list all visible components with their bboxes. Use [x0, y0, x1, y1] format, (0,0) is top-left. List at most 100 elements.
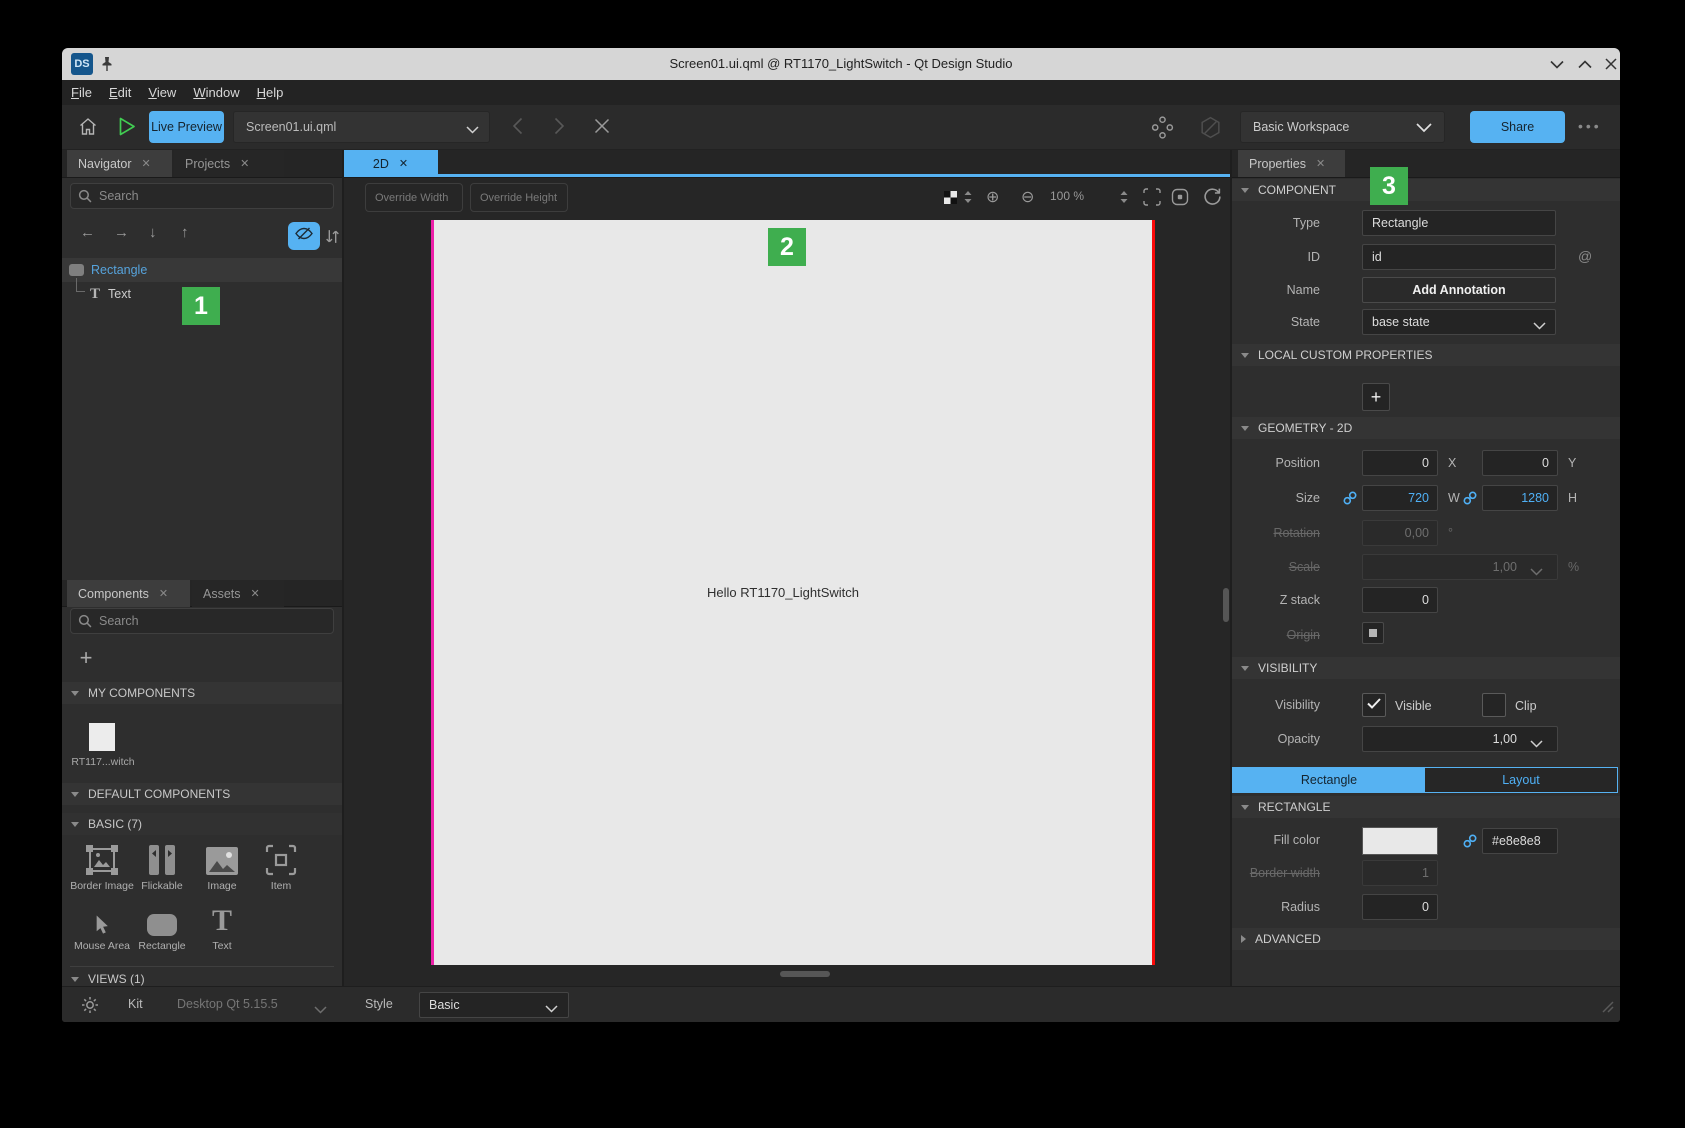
tab-navigator[interactable]: Navigator✕ [67, 150, 172, 177]
clip-checkbox[interactable] [1482, 693, 1506, 717]
forward-icon[interactable] [554, 117, 565, 140]
section-default-components[interactable]: DEFAULT COMPONENTS [62, 783, 342, 805]
type-field[interactable]: Rectangle [1362, 210, 1556, 236]
share-button[interactable]: Share [1470, 111, 1565, 143]
component-mouse-area[interactable]: Mouse Area [70, 902, 134, 952]
position-y-field[interactable]: 0 [1482, 450, 1558, 476]
zstack-field[interactable]: 0 [1362, 587, 1438, 613]
minimize-icon[interactable] [1548, 56, 1566, 72]
menu-window[interactable]: Window [193, 85, 239, 100]
menu-view[interactable]: View [148, 85, 176, 100]
position-x-field[interactable]: 0 [1362, 450, 1438, 476]
workspaces-icon[interactable] [1150, 115, 1175, 145]
sort-order-icon[interactable] [325, 228, 340, 250]
zoom-out-icon[interactable]: ⊖ [1021, 187, 1034, 207]
kit-value[interactable]: Desktop Qt 5.15.5 [177, 997, 278, 1011]
zoom-selection-icon[interactable] [1171, 188, 1189, 211]
close-tab-icon[interactable]: ✕ [1316, 157, 1325, 170]
add-module-button[interactable]: + [74, 646, 98, 672]
fill-color-hex-field[interactable]: #e8e8e8 [1482, 828, 1558, 854]
component-border-image[interactable]: Border Image [70, 842, 134, 892]
menu-edit[interactable]: Edit [109, 85, 131, 100]
height-field[interactable]: 1280 [1482, 485, 1558, 511]
radius-field[interactable]: 0 [1362, 894, 1438, 920]
move-down-icon[interactable]: ↓ [149, 224, 157, 241]
open-document-dropdown[interactable]: Screen01.ui.qml [233, 111, 490, 143]
style-dropdown[interactable]: Basic [419, 992, 569, 1018]
move-up-icon[interactable]: ↑ [181, 224, 189, 241]
reset-view-icon[interactable] [1203, 187, 1222, 211]
override-height-input[interactable] [470, 183, 568, 212]
component-image[interactable]: Image [190, 842, 254, 892]
opacity-field[interactable]: 1,00 [1362, 726, 1558, 752]
annotations-icon[interactable] [1198, 115, 1223, 145]
workspace-dropdown[interactable]: Basic Workspace [1240, 111, 1445, 143]
section-advanced[interactable]: ADVANCED [1232, 928, 1620, 950]
close-tab-icon[interactable]: ✕ [251, 587, 260, 600]
close-tab-icon[interactable]: ✕ [142, 157, 151, 170]
tab-2d[interactable]: 2D✕ [343, 150, 438, 177]
spinner-icon[interactable] [963, 190, 973, 209]
menu-file[interactable]: File [71, 85, 92, 100]
home-icon[interactable] [78, 116, 98, 142]
id-field[interactable]: id [1362, 244, 1556, 270]
link-icon[interactable] [1343, 491, 1357, 510]
override-width-input[interactable] [365, 183, 463, 212]
back-icon[interactable] [512, 117, 523, 140]
close-tab-icon[interactable]: ✕ [240, 157, 249, 170]
link-icon[interactable] [1463, 491, 1477, 510]
horizontal-scrollbar-thumb[interactable] [780, 971, 830, 977]
show-hidden-toggle[interactable] [288, 222, 320, 250]
spinner-icon[interactable] [1119, 190, 1129, 209]
pixel-ratio-icon[interactable] [944, 191, 957, 209]
section-local-custom-properties[interactable]: LOCAL CUSTOM PROPERTIES [1232, 344, 1620, 366]
resize-grip[interactable] [1598, 997, 1614, 1018]
zoom-in-icon[interactable]: ⊕ [986, 187, 999, 207]
width-field[interactable]: 720 [1362, 485, 1438, 511]
subtab-rectangle[interactable]: Rectangle [1233, 768, 1425, 792]
close-tab-icon[interactable]: ✕ [399, 157, 408, 170]
export-alias-icon[interactable]: @ [1578, 248, 1592, 264]
design-canvas[interactable]: Hello RT1170_LightSwitch [433, 220, 1152, 965]
section-component[interactable]: COMPONENT [1232, 179, 1620, 201]
run-project-icon[interactable] [118, 116, 137, 142]
move-right-icon[interactable]: → [114, 224, 129, 241]
tree-item-rectangle[interactable]: Rectangle [62, 258, 342, 282]
settings-gear-icon[interactable] [80, 995, 100, 1020]
state-dropdown[interactable]: base state [1362, 309, 1556, 335]
canvas-hello-text[interactable]: Hello RT1170_LightSwitch [653, 585, 913, 600]
component-rectangle[interactable]: Rectangle [130, 902, 194, 952]
zoom-level[interactable]: 100 % [1050, 189, 1084, 203]
component-text[interactable]: T Text [190, 902, 254, 952]
component-thumb-rt1170[interactable] [89, 723, 115, 751]
component-flickable[interactable]: Flickable [130, 842, 194, 892]
fill-color-swatch[interactable] [1362, 827, 1438, 855]
close-window-icon[interactable] [1602, 56, 1620, 72]
components-search-input[interactable] [70, 608, 334, 634]
section-geometry-2d[interactable]: GEOMETRY - 2D [1232, 417, 1620, 439]
menu-help[interactable]: Help [257, 85, 284, 100]
section-my-components[interactable]: MY COMPONENTS [62, 682, 342, 704]
add-annotation-button[interactable]: Add Annotation [1362, 277, 1556, 303]
subtab-layout[interactable]: Layout [1425, 768, 1617, 792]
more-options-icon[interactable]: ••• [1578, 118, 1602, 134]
tab-assets[interactable]: Assets✕ [192, 580, 284, 607]
move-left-icon[interactable]: ← [80, 224, 95, 241]
tab-projects[interactable]: Projects✕ [174, 150, 284, 177]
section-basic[interactable]: BASIC (7) [62, 813, 342, 835]
fit-to-screen-icon[interactable] [1143, 188, 1161, 211]
link-icon[interactable] [1463, 834, 1477, 853]
close-document-icon[interactable] [594, 118, 610, 139]
navigator-search-input[interactable] [70, 183, 334, 209]
maximize-icon[interactable] [1576, 56, 1594, 72]
close-tab-icon[interactable]: ✕ [159, 587, 168, 600]
vertical-scrollbar-thumb[interactable] [1223, 588, 1229, 622]
tab-properties[interactable]: Properties✕ [1238, 150, 1345, 177]
visible-checkbox[interactable] [1362, 693, 1386, 717]
tab-components[interactable]: Components✕ [67, 580, 190, 607]
live-preview-button[interactable]: Live Preview [149, 111, 224, 143]
section-rectangle[interactable]: RECTANGLE [1232, 796, 1620, 818]
section-views[interactable]: VIEWS (1) [62, 972, 342, 986]
add-property-button[interactable]: + [1362, 383, 1390, 411]
component-item[interactable]: Item [249, 842, 313, 892]
